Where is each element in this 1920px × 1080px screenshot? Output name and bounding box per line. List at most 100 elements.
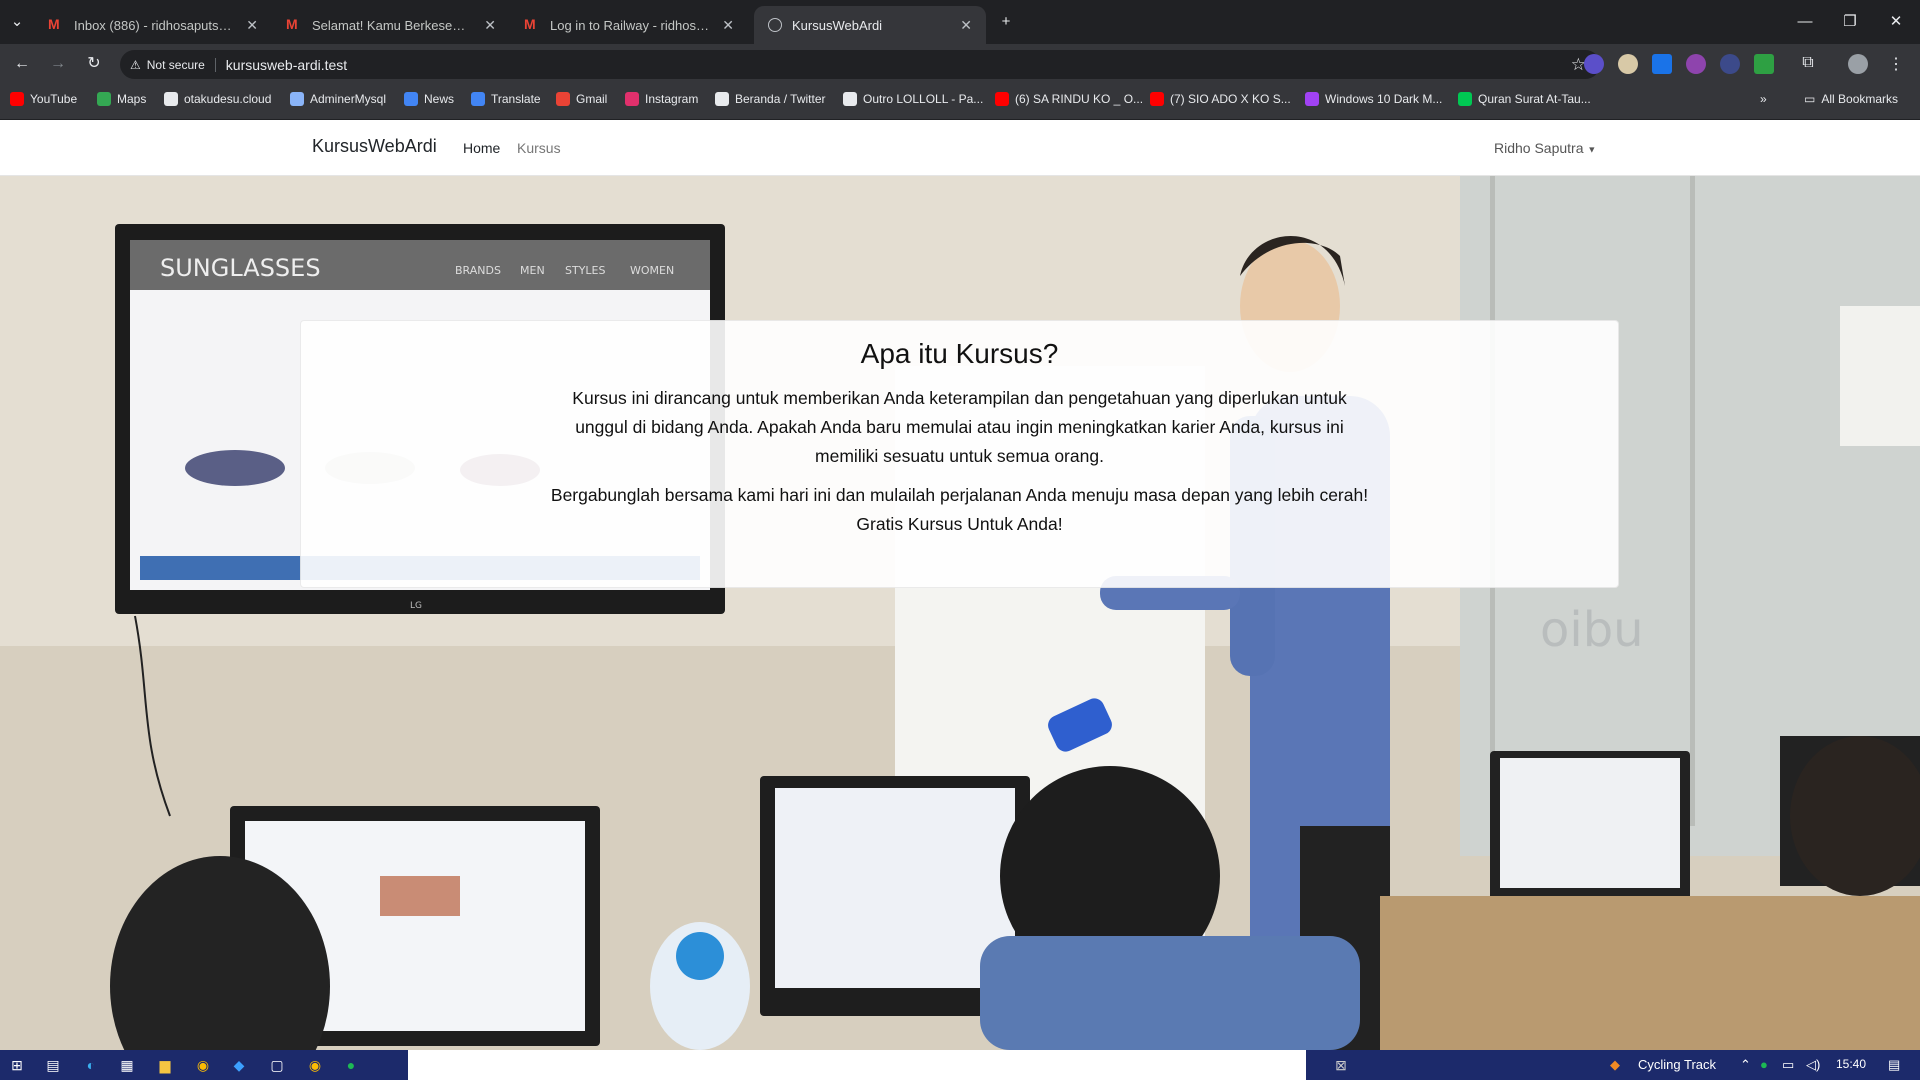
- weather-label[interactable]: Cycling Track: [1638, 1057, 1716, 1072]
- bookmark-item[interactable]: Instagram: [625, 92, 698, 106]
- minimize-icon[interactable]: —: [1785, 8, 1825, 36]
- close-icon[interactable]: ✕: [246, 17, 258, 34]
- bookmark-item[interactable]: AdminerMysql: [290, 92, 386, 106]
- user-name: Ridho Saputra: [1494, 140, 1584, 156]
- nav-home-link[interactable]: Home: [463, 140, 500, 156]
- close-icon[interactable]: ✕: [960, 17, 972, 34]
- bookmark-item[interactable]: Gmail: [556, 92, 607, 106]
- bookmark-icon: [290, 92, 304, 106]
- gmail-icon: [524, 16, 540, 32]
- tv-title-text: SUNGLASSES: [160, 254, 321, 282]
- bookmark-icon: [404, 92, 418, 106]
- bookmark-icon: [625, 92, 639, 106]
- bookmark-label: Quran Surat At-Tau...: [1478, 92, 1591, 106]
- forward-icon[interactable]: →: [44, 50, 72, 78]
- bookmark-icon: [1150, 92, 1164, 106]
- tab-search-button[interactable]: ⌄: [0, 8, 34, 36]
- chrome-icon[interactable]: ◉: [192, 1054, 214, 1076]
- bookmark-icon: [1305, 92, 1319, 106]
- network-icon[interactable]: ▭: [1782, 1057, 1794, 1073]
- reload-icon[interactable]: ↻: [80, 50, 108, 78]
- bookmark-item[interactable]: Maps: [97, 92, 146, 106]
- bookmark-icon: [995, 92, 1009, 106]
- store-icon[interactable]: ▦: [116, 1054, 138, 1076]
- kebab-menu-icon[interactable]: ⋮: [1886, 54, 1906, 74]
- close-window-icon[interactable]: ✕: [1876, 8, 1916, 36]
- spotify-tray-icon[interactable]: ●: [1760, 1057, 1768, 1072]
- tab-railway-login[interactable]: Log in to Railway - ridhosaputs ✕: [510, 6, 748, 44]
- puzzle-icon[interactable]: ⧉: [1798, 54, 1818, 74]
- extension-icon[interactable]: [1652, 54, 1672, 74]
- file-explorer-icon[interactable]: ▆: [154, 1054, 176, 1076]
- user-dropdown[interactable]: Ridho Saputra ▼: [1494, 140, 1596, 156]
- security-chip[interactable]: ⚠ Not secure: [130, 57, 216, 72]
- globe-icon: [768, 18, 782, 32]
- tab-gmail-inbox[interactable]: Inbox (886) - ridhosaputs@gm... ✕: [34, 6, 272, 44]
- bookmark-label: Windows 10 Dark M...: [1325, 92, 1443, 106]
- vscode-icon[interactable]: ◆: [228, 1054, 250, 1076]
- bookmark-label: Maps: [117, 92, 147, 106]
- extension-icon[interactable]: [1720, 54, 1740, 74]
- extension-icon[interactable]: [1686, 54, 1706, 74]
- tab-title: KursusWebArdi: [792, 17, 883, 33]
- volume-icon[interactable]: ◁): [1806, 1057, 1820, 1073]
- notepad-icon[interactable]: ▢: [266, 1054, 288, 1076]
- all-bookmarks-label: All Bookmarks: [1821, 92, 1899, 106]
- bookmark-item[interactable]: (6) SA RINDU KO _ O...: [995, 92, 1143, 106]
- bookmarks-bar: » ▭ All Bookmarks YouTube Maps otakudesu.cl…: [0, 84, 1920, 120]
- windows-start-icon[interactable]: ⊞: [6, 1054, 28, 1076]
- bookmark-item[interactable]: Quran Surat At-Tau...: [1458, 92, 1591, 106]
- bookmark-item[interactable]: Windows 10 Dark M...: [1305, 92, 1442, 106]
- address-bar-row: ← → ↻ ⚠ Not secure kursusweb-ardi.test ☆ …: [0, 44, 1920, 84]
- close-icon[interactable]: ✕: [484, 17, 496, 34]
- profile-avatar[interactable]: [1848, 54, 1868, 74]
- new-tab-button[interactable]: +: [986, 8, 1026, 36]
- bookmark-item[interactable]: News: [404, 92, 454, 106]
- chevron-up-icon[interactable]: ⌃: [1740, 1057, 1751, 1073]
- bookmark-item[interactable]: Beranda / Twitter: [715, 92, 826, 106]
- bookmark-icon: [843, 92, 857, 106]
- action-center-icon[interactable]: ▤: [1888, 1057, 1900, 1073]
- extension-icon[interactable]: [1584, 54, 1604, 74]
- bookmark-item[interactable]: otakudesu.cloud: [164, 92, 271, 106]
- bookmark-icon: [10, 92, 24, 106]
- url-text[interactable]: kursusweb-ardi.test: [226, 57, 347, 73]
- notification-app-icon[interactable]: ⊠: [1330, 1054, 1352, 1076]
- edge-icon[interactable]: ◐: [80, 1054, 102, 1076]
- hero-background-image: SUNGLASSES BRANDS MEN STYLES WOMEN LG oi…: [0, 176, 1920, 1050]
- bookmark-icon: [556, 92, 570, 106]
- card-paragraph-cta: Bergabunglah bersama kami hari ini dan m…: [550, 485, 1369, 534]
- bookmark-item[interactable]: Translate: [471, 92, 541, 106]
- tab-title: Selamat! Kamu Berkesempatan: [312, 17, 474, 33]
- site-brand[interactable]: KursusWebArdi: [312, 136, 437, 157]
- bookmark-item[interactable]: (7) SIO ADO X KO S...: [1150, 92, 1291, 106]
- extension-icon[interactable]: [1754, 54, 1774, 74]
- tv-menu-item: MEN: [520, 264, 545, 277]
- close-icon[interactable]: ✕: [722, 17, 734, 34]
- tab-gmail-selamat[interactable]: Selamat! Kamu Berkesempatan ✕: [272, 6, 510, 44]
- all-bookmarks-button[interactable]: ▭ All Bookmarks: [1804, 92, 1898, 106]
- restore-icon[interactable]: ❐: [1830, 8, 1870, 36]
- back-icon[interactable]: ←: [8, 50, 36, 78]
- chrome-icon[interactable]: ◉: [304, 1054, 326, 1076]
- bookmark-icon: [97, 92, 111, 106]
- browser-tab-strip: ⌄ Inbox (886) - ridhosaputs@gm... ✕ Sela…: [0, 0, 1920, 44]
- tab-kursuswebardi[interactable]: KursusWebArdi ✕: [754, 6, 986, 44]
- nav-kursus-link[interactable]: Kursus: [517, 140, 561, 156]
- bookmark-label: (6) SA RINDU KO _ O...: [1015, 92, 1144, 106]
- bookmark-label: AdminerMysql: [310, 92, 387, 106]
- caret-down-icon: ▼: [1587, 144, 1597, 155]
- wall-text: oibu: [1540, 602, 1644, 658]
- omnibox[interactable]: ⚠ Not secure kursusweb-ardi.test ☆: [120, 50, 1600, 79]
- spotify-icon[interactable]: ●: [340, 1054, 362, 1076]
- tv-menu-item: STYLES: [565, 264, 605, 277]
- bookmark-item[interactable]: Outro LOLLOLL - Pa...: [843, 92, 983, 106]
- web-page: KursusWebArdi Home Kursus Ridho Saputra …: [0, 120, 1920, 1050]
- clock[interactable]: 15:40: [1836, 1057, 1866, 1071]
- bookmark-label: News: [424, 92, 455, 106]
- extension-icon[interactable]: [1618, 54, 1638, 74]
- bookmark-label: Translate: [491, 92, 541, 106]
- more-bookmarks-button[interactable]: »: [1760, 92, 1767, 106]
- task-view-icon[interactable]: ▤: [42, 1054, 64, 1076]
- bookmark-item[interactable]: YouTube: [10, 92, 77, 106]
